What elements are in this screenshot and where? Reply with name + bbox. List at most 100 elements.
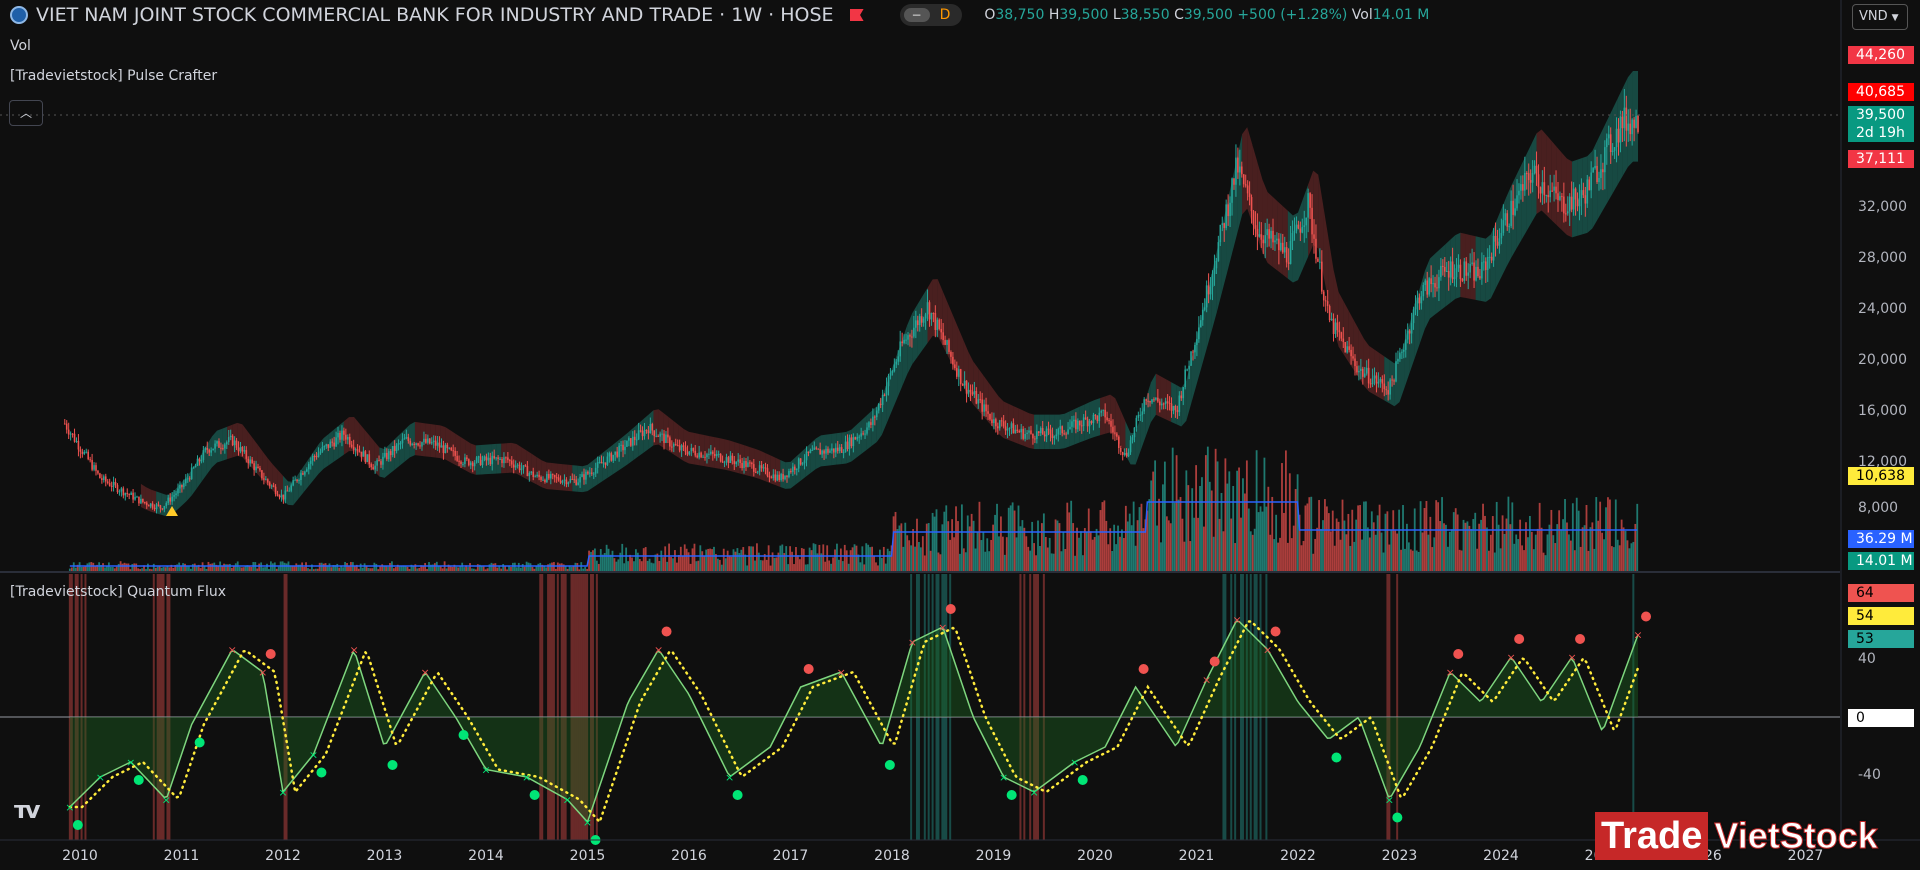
- candle-body: [315, 456, 318, 458]
- candle-body: [276, 494, 279, 496]
- volume-bar: [666, 561, 669, 572]
- cross-icon: ×: [1446, 666, 1455, 679]
- cross-icon: ×: [938, 621, 947, 634]
- volume-bar: [461, 562, 464, 572]
- candle-body: [606, 456, 609, 465]
- candle-body: [831, 448, 833, 451]
- quantum-flux-label[interactable]: [Tradevietstock] Quantum Flux: [10, 584, 226, 600]
- volume-bar: [601, 554, 604, 572]
- osc-stripe: [283, 574, 286, 840]
- candle-body: [581, 474, 583, 477]
- volume-bar: [1148, 499, 1151, 572]
- candle-body: [1254, 225, 1257, 229]
- symbol-title[interactable]: VIET NAM JOINT STOCK COMMERCIAL BANK FOR…: [36, 4, 834, 26]
- volume-bar: [1253, 528, 1256, 572]
- candle-body: [1602, 169, 1604, 173]
- volume-bar: [1622, 527, 1625, 572]
- candle-body: [532, 471, 535, 477]
- volume-bar: [576, 563, 579, 572]
- band-segment: [673, 421, 679, 458]
- volume-bar: [836, 543, 838, 572]
- volume-bar: [1404, 548, 1406, 572]
- candle-body: [253, 463, 255, 471]
- candle-body: [186, 478, 189, 480]
- candle-body: [1059, 426, 1062, 429]
- candle-body: [1178, 395, 1181, 413]
- volume-bar: [859, 562, 862, 572]
- tradingview-logo-icon[interactable]: ᴛᴠ: [14, 796, 41, 824]
- candle-body: [321, 446, 324, 452]
- candle-body: [1488, 256, 1491, 258]
- cross-icon: ×: [96, 771, 105, 784]
- candle-body: [735, 461, 738, 465]
- volume-bar: [1388, 544, 1391, 572]
- volume-bar: [683, 544, 686, 572]
- chevron-up-icon: ︿: [19, 106, 32, 120]
- volume-bar: [646, 560, 649, 572]
- volume-bar: [1445, 524, 1447, 572]
- vol-indicator-label[interactable]: Vol: [10, 38, 31, 54]
- volume-bar: [1363, 501, 1365, 572]
- minus-icon[interactable]: −: [903, 8, 930, 22]
- candle-body: [946, 340, 948, 345]
- volume-bar: [1384, 513, 1387, 572]
- candle-body: [1184, 369, 1186, 388]
- volume-bar: [1583, 525, 1586, 572]
- cross-icon: ×: [563, 794, 572, 807]
- band-segment: [1521, 154, 1527, 241]
- candle-body: [930, 313, 933, 320]
- pulse-crafter-label[interactable]: [Tradevietstock] Pulse Crafter: [10, 68, 217, 84]
- band-segment: [582, 464, 588, 493]
- band-segment: [313, 444, 319, 481]
- candle-body: [1026, 432, 1028, 434]
- osc-stripe: [541, 574, 544, 840]
- candle-body: [827, 448, 829, 453]
- change-value: +500 (+1.28%): [1237, 7, 1348, 23]
- candle-body: [1596, 165, 1598, 183]
- volume-bar: [1327, 513, 1330, 572]
- collapse-indicators-button[interactable]: ︿: [9, 100, 43, 126]
- currency-button[interactable]: VND ▼: [1852, 4, 1908, 30]
- flag-icon[interactable]: [849, 9, 864, 21]
- volume-bar: [916, 518, 918, 572]
- candle-body: [442, 445, 445, 454]
- volume-bar: [1230, 518, 1233, 572]
- volume-bar: [1212, 536, 1215, 572]
- band-segment: [1267, 192, 1273, 267]
- volume-bar: [266, 563, 268, 572]
- band-segment: [151, 489, 157, 514]
- volume-bar: [808, 547, 811, 572]
- volume-bar: [1331, 510, 1334, 572]
- volume-bar: [1402, 505, 1404, 572]
- candle-body: [1151, 399, 1153, 403]
- interval-pill[interactable]: − D: [899, 4, 963, 26]
- volume-bar: [609, 554, 612, 572]
- yellow-marker-tag: 10,638: [1848, 467, 1914, 485]
- ohlc-values: O38,750 H39,500 L38,550 C39,500 +500 (+1…: [984, 7, 1429, 23]
- volume-bar: [1121, 529, 1123, 572]
- candle-body: [128, 493, 130, 495]
- candle-body: [1285, 247, 1288, 263]
- volume-bar: [1054, 519, 1057, 572]
- chart-canvas[interactable]: ×××××××××××××××××××××××××××× ××: [0, 0, 1920, 870]
- candle-body: [261, 470, 263, 479]
- candle-body: [1492, 235, 1495, 261]
- volume-bar: [1284, 450, 1287, 572]
- volume-bar: [775, 557, 778, 572]
- candle-body: [620, 444, 622, 446]
- candle-body: [1114, 432, 1116, 434]
- interval-badge[interactable]: D: [940, 7, 951, 23]
- candle-body: [1067, 429, 1069, 434]
- volume-bar: [974, 548, 977, 572]
- volume-bar: [1005, 537, 1008, 572]
- candle-body: [1084, 417, 1087, 420]
- band-segment: [1216, 227, 1222, 313]
- osc-dot: [1331, 752, 1342, 763]
- volume-bar: [537, 563, 540, 572]
- volume-bar: [1140, 503, 1143, 572]
- osc-dot: [529, 790, 540, 800]
- band-segment: [140, 483, 146, 510]
- candle-body: [436, 442, 439, 446]
- volume-bar: [1503, 533, 1506, 572]
- candle-body: [290, 485, 292, 491]
